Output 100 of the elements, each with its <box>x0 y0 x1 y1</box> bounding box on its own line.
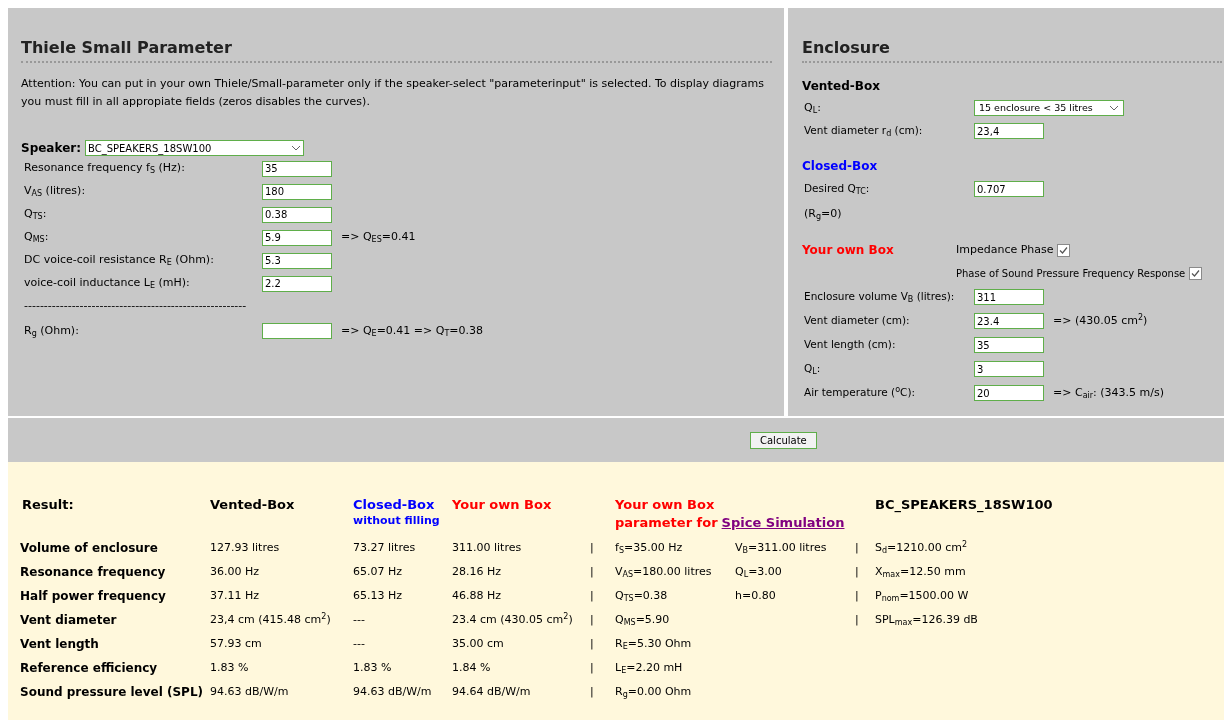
column-header: Vented-Box <box>210 496 296 514</box>
input-field[interactable]: 23,4 <box>974 123 1044 139</box>
separator-text: | <box>590 635 595 652</box>
checkbox-label: Phase of Sound Pressure Frequency Response <box>956 266 1186 281</box>
table-cell-text: 94.64 dB/W/m <box>452 683 532 700</box>
column-header: Your own Box <box>615 496 715 514</box>
section-title: Thiele Small Parameter <box>21 36 772 63</box>
row-label: Volume of enclosure <box>20 540 159 557</box>
box-heading: Vented-Box <box>802 78 881 95</box>
separator-text: | <box>590 659 595 676</box>
table-cell-text: 65.13 Hz <box>353 587 404 604</box>
row-label: Half power frequency <box>20 588 167 605</box>
results-title: Result: <box>21 496 75 514</box>
table-cell-text: S$_{d}$=1210.00 cm$^{2}$ <box>875 539 969 557</box>
table-cell-text: 46.88 Hz <box>452 587 503 604</box>
input-field[interactable]: 5.3 <box>262 252 332 269</box>
input-field[interactable]: 0.707 <box>974 181 1044 197</box>
table-cell-text: 311.00 litres <box>452 539 523 556</box>
table-cell-text: V$_{B}$=311.00 litres <box>735 539 828 557</box>
field-label: Air temperature ($^{o}$C): <box>803 385 917 401</box>
field-label: Vent diameter (cm): <box>803 313 911 329</box>
table-cell-text: --- <box>353 635 366 652</box>
field-label: Q$_{TS}$: <box>24 206 48 223</box>
result-text: => Q$_{ES}$=0.41 <box>341 229 416 246</box>
separator-text: | <box>590 611 595 628</box>
select-field[interactable]: 15 enclosure < 35 litres <box>974 100 1124 116</box>
table-cell-text: 73.27 litres <box>353 539 417 556</box>
table-cell-text: 37.11 Hz <box>210 587 261 604</box>
input-field[interactable]: 0.38 <box>262 206 332 223</box>
table-cell-text: 57.93 cm <box>210 635 263 652</box>
column-header: Closed-Box <box>353 496 435 514</box>
result-text: => Q$_{E}$=0.41 => Q$_{T}$=0.38 <box>341 322 484 340</box>
divider-text: -------------------------------------------------------- <box>24 298 247 315</box>
field-label: Enclosure volume V$_{B}$ (litres): <box>803 289 956 305</box>
field-label: Desired Q$_{TC}$: <box>803 181 871 197</box>
input-field[interactable]: 35 <box>974 337 1044 353</box>
column-subheader: parameter for <box>615 514 718 532</box>
table-cell-text: 1.83 % <box>210 659 250 676</box>
column-subheader: without filling <box>353 514 440 528</box>
separator-text: | <box>855 563 860 580</box>
table-cell-text: 65.07 Hz <box>353 563 404 580</box>
section-title: Enclosure <box>802 36 1222 63</box>
table-cell-text: 1.83 % <box>353 659 393 676</box>
speaker-select[interactable]: BC_SPEAKERS_18SW100 <box>85 140 304 156</box>
table-cell-text: h=0.80 <box>735 587 777 604</box>
row-label: Reference efficiency <box>20 660 159 677</box>
field-label: Resonance frequency f$_{S}$ (Hz): <box>24 160 186 177</box>
result-text: => (430.05 cm$^{2}$) <box>1053 312 1148 329</box>
separator-text: | <box>590 683 595 700</box>
table-cell-text: --- <box>353 611 366 628</box>
column-header: BC_SPEAKERS_18SW100 <box>875 496 1054 514</box>
row-label: Vent length <box>20 636 100 653</box>
row-label: Resonance frequency <box>20 564 167 581</box>
table-cell-text: Q$_{MS}$=5.90 <box>615 611 671 629</box>
table-cell-text: Q$_{L}$=3.00 <box>735 563 783 581</box>
result-text: => C$_{air}$: (343.5 m/s) <box>1053 384 1164 402</box>
table-cell-text: 23,4 cm (415.48 cm$^{2}$) <box>210 611 332 628</box>
separator-text: | <box>855 611 860 628</box>
field-label: Q$_{L}$: <box>803 99 822 117</box>
field-label: Q$_{MS}$: <box>24 229 50 246</box>
table-cell-text: f$_{S}$=35.00 Hz <box>615 539 684 557</box>
input-field[interactable]: 20 <box>974 385 1044 401</box>
table-cell-text: 94.63 dB/W/m <box>353 683 433 700</box>
notice-text: Attention: You can put in your own Thiele/Small-parameter only if the speaker-select "parameterinput" is selected. To display diagrams you must fill in all appropiate fields (zeros disables the curves). <box>21 76 765 110</box>
field-label: Vent diameter r$_{d}$ (cm): <box>803 123 924 139</box>
table-cell-text: P$_{nom}$=1500.00 W <box>875 587 970 605</box>
separator-text: | <box>855 539 860 556</box>
checkbox-label: Impedance Phase <box>956 241 1054 258</box>
input-field[interactable]: 23.4 <box>974 313 1044 329</box>
input-field[interactable]: 180 <box>262 183 332 200</box>
table-cell-text: 35.00 cm <box>452 635 505 652</box>
table-cell-text: 1.84 % <box>452 659 492 676</box>
column-header: Your own Box <box>452 496 553 514</box>
table-cell-text: R$_{g}$=0.00 Ohm <box>615 683 693 701</box>
table-cell-text: 127.93 litres <box>210 539 281 556</box>
input-field[interactable]: 35 <box>262 160 332 177</box>
table-cell-text: Q$_{TS}$=0.38 <box>615 587 669 605</box>
calculate-button[interactable]: Calculate <box>750 431 817 449</box>
separator-text: | <box>590 539 595 556</box>
speaker-label: Speaker: <box>21 140 81 157</box>
separator-text: | <box>590 563 595 580</box>
table-cell-text: X$_{max}$=12.50 mm <box>875 563 967 581</box>
field-label: V$_{AS}$ (litres): <box>24 183 87 200</box>
row-label: Sound pressure level (SPL) <box>20 684 204 701</box>
field-label: Vent length (cm): <box>803 337 897 353</box>
input-field[interactable]: 3 <box>974 361 1044 377</box>
input-field[interactable]: 311 <box>974 289 1044 305</box>
input-field[interactable]: 2.2 <box>262 275 332 292</box>
field-label: DC voice-coil resistance R$_{E}$ (Ohm): <box>24 252 215 269</box>
spice-simulation-link[interactable]: Spice Simulation <box>721 514 845 532</box>
table-cell-text: L$_{E}$=2.20 mH <box>615 659 684 677</box>
table-cell-text: SPL$_{max}$=126.39 dB <box>875 611 979 629</box>
note-text: (R$_{g}$=0) <box>803 205 842 223</box>
field-label: R$_{g}$ (Ohm): <box>24 322 80 340</box>
table-cell-text: 94.63 dB/W/m <box>210 683 290 700</box>
input-field[interactable]: 5.9 <box>262 229 332 246</box>
box-heading: Your own Box <box>802 242 895 259</box>
table-cell-text: 36.00 Hz <box>210 563 261 580</box>
box-heading: Closed-Box <box>802 158 879 175</box>
field-label: Q$_{L}$: <box>803 361 822 377</box>
